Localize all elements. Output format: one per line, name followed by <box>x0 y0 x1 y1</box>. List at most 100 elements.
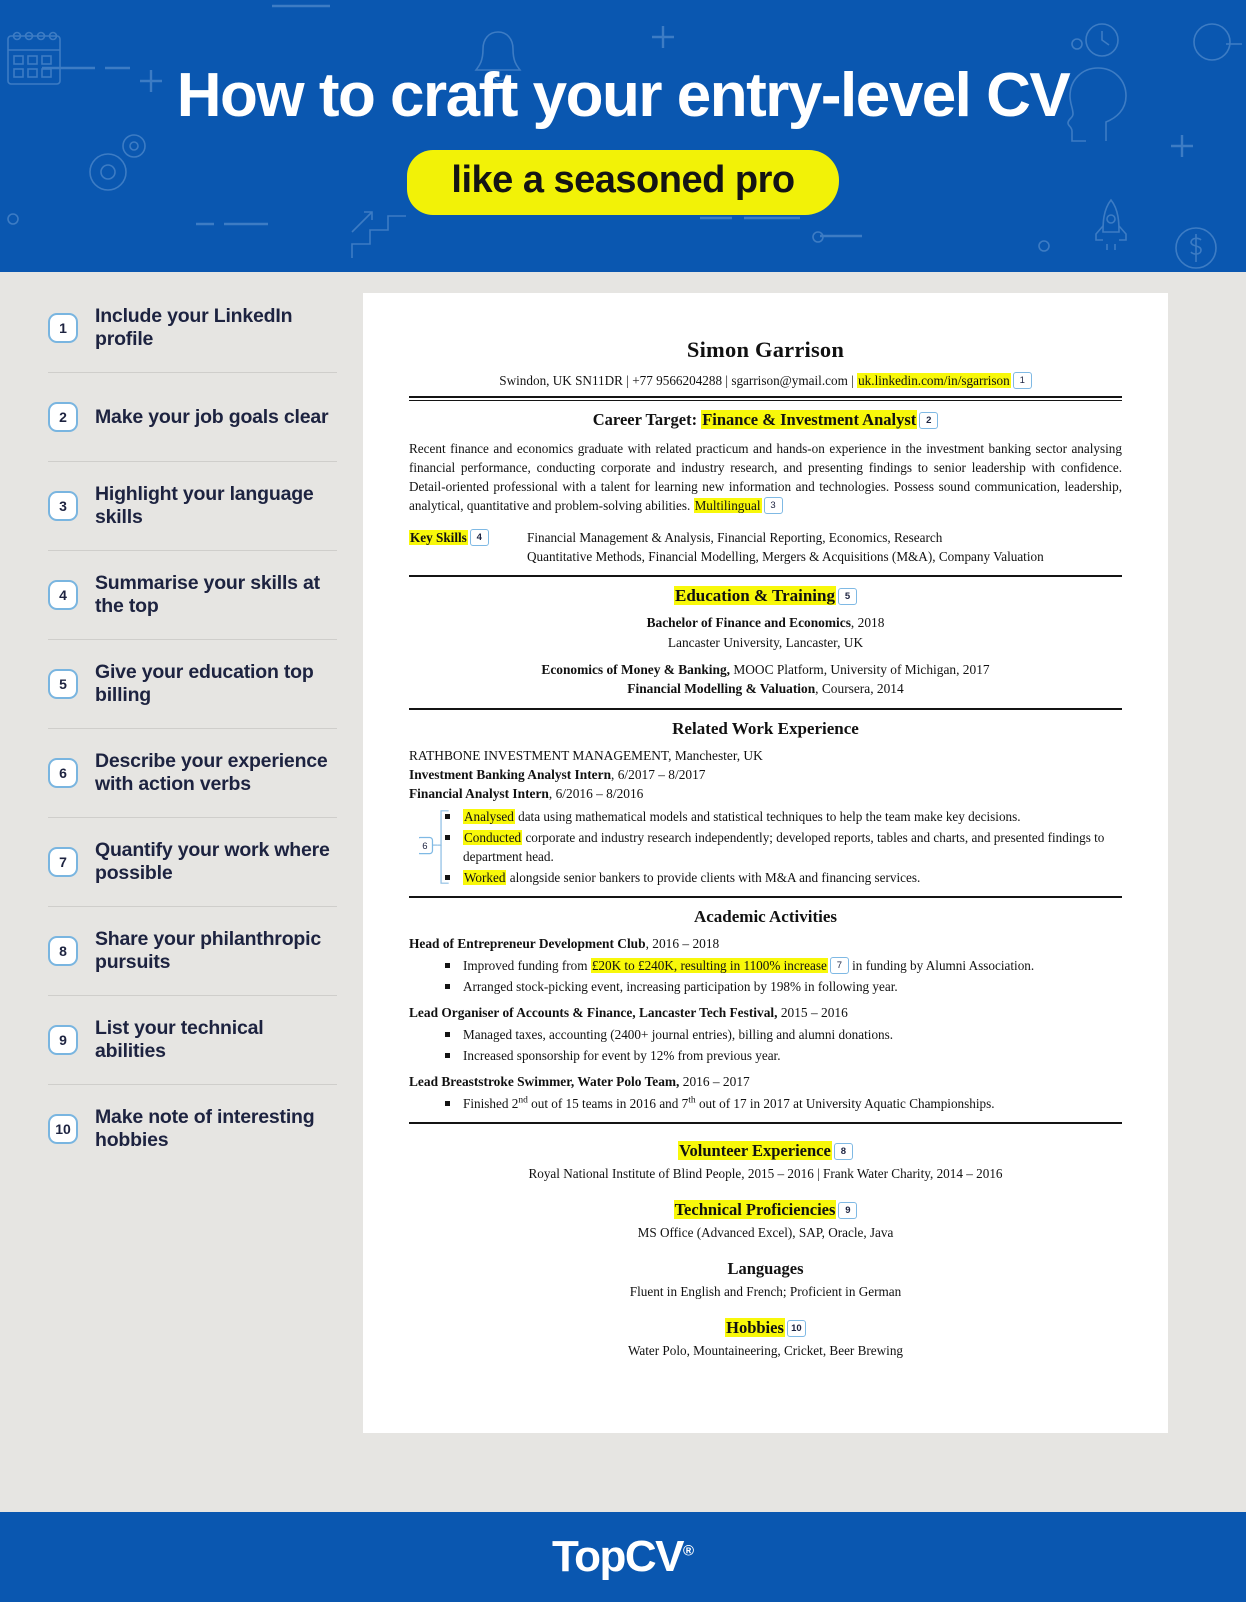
cv-summary: Recent finance and economics graduate wi… <box>409 439 1122 515</box>
academic-bullets-2: Managed taxes, accounting (2400+ journal… <box>409 1025 1122 1065</box>
bullet-text: data using mathematical models and stati… <box>514 809 1021 824</box>
cv-work-bullets: Analysed data using mathematical models … <box>409 807 1122 887</box>
sidebar-tip-number-1: 1 <box>48 313 78 343</box>
cv-key-skills: Key Skills 4 Financial Management & Analy… <box>409 528 1122 566</box>
cv-hobbies-heading: Hobbies <box>725 1318 785 1338</box>
cv-work-role-1: Investment Banking Analyst Intern, 6/201… <box>409 765 1122 784</box>
career-target-value: Finance & Investment Analyst <box>701 410 918 430</box>
sidebar-divider <box>48 1084 337 1085</box>
cv-academic-heading: Academic Activities <box>693 907 838 926</box>
bullet-text: Managed taxes, accounting (2400+ journal… <box>463 1027 894 1042</box>
sidebar-tip-6[interactable]: 6 Describe your experience with action ve… <box>0 737 363 809</box>
sidebar-tip-number-8: 8 <box>48 936 78 966</box>
cv-volunteer-heading: Volunteer Experience <box>678 1141 832 1160</box>
sidebar-tip-5[interactable]: 5 Give your education top billing <box>0 648 363 720</box>
divider-education <box>409 575 1122 578</box>
sidebar-tip-label-6: Describe your experience with action ver… <box>95 750 328 795</box>
sidebar-tip-2[interactable]: 2 Make your job goals clear <box>0 381 363 453</box>
sidebar-tip-label-3: Highlight your language skills <box>95 483 314 528</box>
cv-technical-heading-wrap: Technical Proficiencies 9 <box>409 1200 1122 1220</box>
cv-hobbies-text: Water Polo, Mountaineering, Cricket, Bee… <box>627 1343 904 1359</box>
academic-bullet: Finished 2nd out of 15 teams in 2016 and… <box>445 1094 1122 1113</box>
sidebar-tip-label-10: Make note of interesting hobbies <box>95 1106 315 1151</box>
key-skills-label-wrap: Key Skills 4 <box>409 528 527 566</box>
bullet-text-tail: in funding by Alumni Association. <box>848 958 1035 973</box>
sidebar-divider <box>48 550 337 551</box>
work-bullets-callout: 6 Analysed data using mathematical model… <box>409 807 1122 887</box>
key-skills-line-1: Financial Management & Analysis, Financi… <box>527 530 943 546</box>
bullet-text: corporate and industry research independ… <box>463 830 1105 864</box>
cv-technical-text: MS Office (Advanced Excel), SAP, Oracle,… <box>637 1225 894 1241</box>
sidebar-tip-7[interactable]: 7 Quantify your work where possible <box>0 826 363 898</box>
sidebar-tip-label-5: Give your education top billing <box>95 661 314 706</box>
sidebar-tip-4[interactable]: 4 Summarise your skills at the top <box>0 559 363 631</box>
topcv-logo: TopCV® <box>552 1532 694 1582</box>
callout-badge-7: 7 <box>829 957 849 974</box>
course-1-name: Economics of Money & Banking, <box>541 662 730 678</box>
page-title: How to craft your entry-level CV <box>176 60 1071 130</box>
cv-academic-entries: Head of Entrepreneur Development Club, 2… <box>409 936 1122 1113</box>
role-2-dates: , 6/2016 – 8/2016 <box>548 785 644 801</box>
sidebar-tip-1[interactable]: 1 Include your LinkedIn profile <box>0 292 363 364</box>
subtitle-badge-wrap: like a seasoned pro <box>407 149 839 216</box>
academic-bullet: Increased sponsorship for event by 12% f… <box>445 1046 1122 1065</box>
divider-double <box>409 396 1122 402</box>
academic-bullet: Managed taxes, accounting (2400+ journal… <box>445 1025 1122 1044</box>
sidebar-tip-8[interactable]: 8 Share your philanthropic pursuits <box>0 915 363 987</box>
divider-work <box>409 707 1122 710</box>
cv-course-1: Economics of Money & Banking, MOOC Platf… <box>409 660 1122 679</box>
callout-badge-4: 4 <box>469 529 489 547</box>
cv-degree-line: Bachelor of Finance and Economics, 2018 <box>409 613 1122 632</box>
contact-sep-1: | <box>622 373 633 388</box>
sidebar-tip-10[interactable]: 10 Make note of interesting hobbies <box>0 1093 363 1165</box>
entry-title: Lead Breaststroke Swimmer, Water Polo Te… <box>409 1074 680 1089</box>
work-bullet-2: Conducted corporate and industry researc… <box>445 828 1122 866</box>
sidebar-tip-3[interactable]: 3 Highlight your language skills <box>0 470 363 542</box>
sidebar-tip-number-4: 4 <box>48 580 78 610</box>
sidebar-tip-number-5: 5 <box>48 669 78 699</box>
bullet-text: Arranged stock-picking event, increasing… <box>463 979 898 994</box>
entry-title: Head of Entrepreneur Development Club <box>409 936 646 951</box>
divider-volunteer <box>409 1122 1122 1124</box>
cv-languages-heading: Languages <box>727 1259 804 1279</box>
cv-candidate-name: Simon Garrison <box>686 337 845 362</box>
degree-year: , 2018 <box>850 615 885 631</box>
key-skills-values: Financial Management & Analysis, Financi… <box>527 528 1122 566</box>
bullet-text: Increased sponsorship for event by 12% f… <box>463 1048 781 1063</box>
sidebar-tip-9[interactable]: 9 List your technical abilities <box>0 1004 363 1076</box>
cv-course-2: Financial Modelling & Valuation, Courser… <box>409 679 1122 698</box>
cv-career-target: Career Target: Finance & Investment Anal… <box>409 410 1122 430</box>
entry-dates: 2015 – 2016 <box>777 1005 848 1020</box>
sidebar-divider <box>48 728 337 729</box>
callout-badge-1: 1 <box>1012 372 1032 389</box>
career-target-label: Career Target: <box>592 410 702 430</box>
sidebar-tip-label-2: Make your job goals clear <box>95 405 329 428</box>
academic-entry-title-2: Lead Organiser of Accounts & Finance, La… <box>409 1005 1122 1021</box>
role-2-title: Financial Analyst Intern <box>409 785 549 801</box>
contact-sep-2: | <box>722 373 732 388</box>
action-verb: Analysed <box>463 809 515 824</box>
sidebar-tip-number-7: 7 <box>48 847 78 877</box>
academic-entry-title-3: Lead Breaststroke Swimmer, Water Polo Te… <box>409 1074 1122 1090</box>
cv-school: Lancaster University, Lancaster, UK <box>667 634 864 650</box>
page-subtitle: like a seasoned pro <box>407 149 839 216</box>
cv-linkedin-url[interactable]: uk.linkedin.com/in/sgarrison <box>857 373 1011 388</box>
sidebar-tip-number-10: 10 <box>48 1114 78 1144</box>
role-1-dates: , 6/2017 – 8/2017 <box>611 766 706 782</box>
callout-badge-2: 2 <box>919 412 939 430</box>
cv-address: Swindon, UK SN11DR <box>499 373 623 388</box>
registered-mark: ® <box>682 1542 695 1560</box>
cv-education-heading: Education & Training <box>674 586 836 606</box>
callout-badge-10: 10 <box>786 1320 806 1338</box>
cv-phone: +77 9566204288 <box>632 373 723 388</box>
work-bullet-3: Worked alongside senior bankers to provi… <box>445 868 1122 887</box>
sidebar-divider <box>48 461 337 462</box>
cv-work-org: RATHBONE INVESTMENT MANAGEMENT, Manchest… <box>409 747 763 763</box>
footer-bar: TopCV® <box>0 1512 1246 1602</box>
tips-sidebar: 1 Include your LinkedIn profile 2 Make your… <box>0 272 363 1484</box>
bullet-text: alongside senior bankers to provide clie… <box>506 870 921 885</box>
cv-volunteer-text: Royal National Institute of Blind People… <box>528 1166 1003 1181</box>
bullet-text: Improved funding from <box>463 958 591 973</box>
cv-technical-heading: Technical Proficiencies <box>673 1200 837 1220</box>
cv-preview-area: Simon Garrison Swindon, UK SN11DR | +77 … <box>363 272 1246 1484</box>
